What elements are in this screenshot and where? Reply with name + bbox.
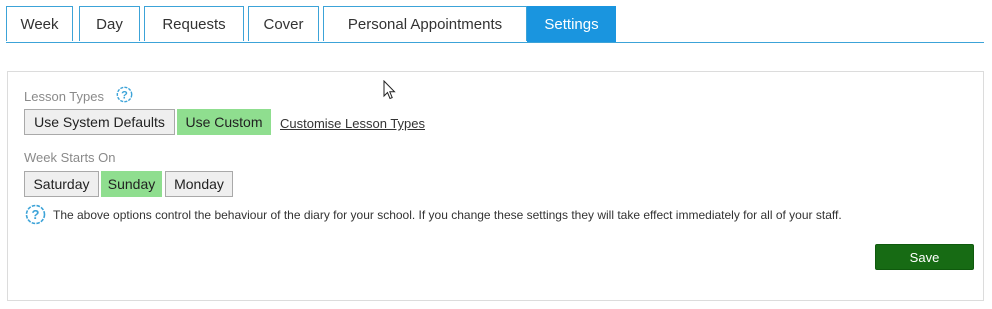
customise-lesson-types-link[interactable]: Customise Lesson Types — [280, 116, 425, 131]
save-button[interactable]: Save — [875, 244, 974, 270]
tab-settings[interactable]: Settings — [527, 6, 616, 42]
settings-panel: Lesson Types ? Use System Defaults Use C… — [7, 71, 984, 301]
svg-text:?: ? — [32, 207, 40, 222]
monday-button[interactable]: Monday — [165, 171, 233, 197]
info-text: The above options control the behaviour … — [53, 208, 842, 222]
tab-day[interactable]: Day — [79, 6, 140, 41]
lesson-types-label: Lesson Types — [24, 89, 104, 104]
svg-text:?: ? — [121, 90, 128, 102]
sunday-button[interactable]: Sunday — [101, 171, 162, 197]
tab-requests[interactable]: Requests — [144, 6, 244, 41]
tab-bar: Week Day Requests Cover Personal Appoint… — [6, 6, 984, 43]
tab-week[interactable]: Week — [6, 6, 73, 41]
saturday-button[interactable]: Saturday — [24, 171, 99, 197]
use-system-defaults-button[interactable]: Use System Defaults — [24, 109, 175, 135]
tab-cover[interactable]: Cover — [248, 6, 319, 41]
tab-personal-appointments[interactable]: Personal Appointments — [323, 6, 527, 41]
use-custom-button[interactable]: Use Custom — [177, 109, 271, 135]
help-circle-icon[interactable]: ? — [116, 86, 133, 108]
mouse-pointer-icon — [383, 79, 397, 105]
week-starts-on-label: Week Starts On — [24, 150, 116, 165]
info-help-icon: ? — [25, 204, 46, 230]
